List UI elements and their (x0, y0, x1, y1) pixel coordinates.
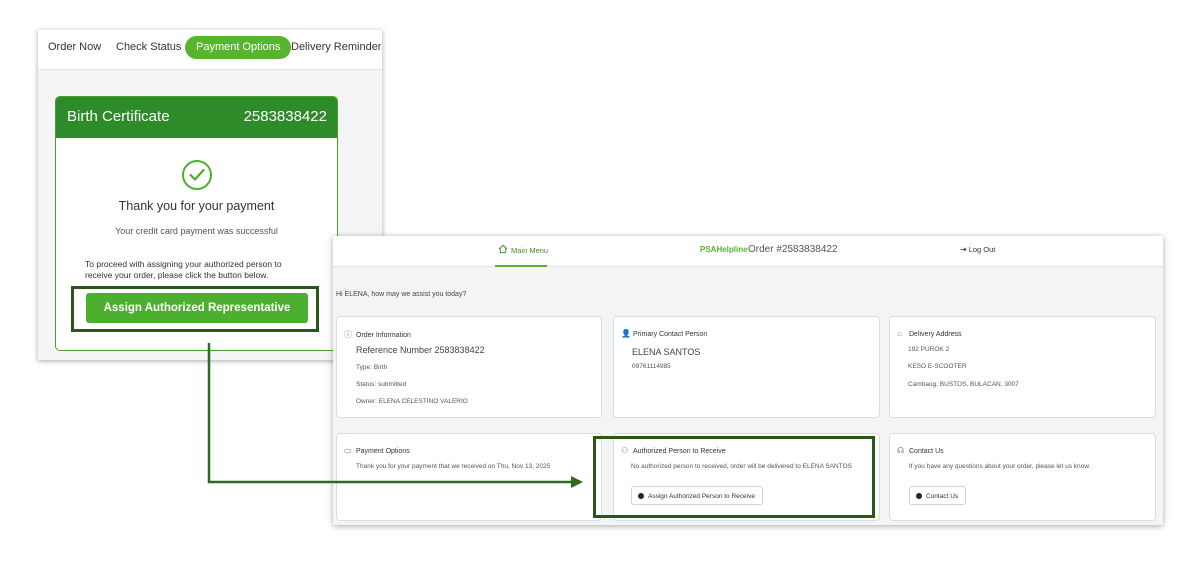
highlight-assign-button (71, 286, 319, 332)
address-line-3: Cambaog, BUSTOS, BULACAN, 3007 (908, 381, 1019, 388)
brand-logo: PSAHelpline (700, 245, 748, 254)
home-icon (498, 244, 508, 254)
order-information-title: ⓘ Order Information (344, 330, 411, 339)
info-icon: ⓘ (344, 330, 352, 339)
payment-options-title: ▭ Payment Options (344, 446, 410, 455)
primary-contact-title: 👤 Primary Contact Person (621, 329, 708, 338)
logout-button[interactable]: ⇥ Log Out (960, 245, 995, 254)
logout-icon: ⇥ (960, 245, 967, 254)
dot-icon (916, 493, 922, 499)
order-type: Type: Birth (356, 364, 388, 371)
order-status: Status: submitted (356, 381, 407, 388)
tab-payment-options[interactable]: Payment Options (185, 36, 292, 59)
order-information-card: ⓘ Order Information Reference Number 2583… (336, 316, 602, 418)
home-icon: ⌂ (897, 329, 902, 338)
tab-delivery-reminders[interactable]: Delivery Reminders (291, 36, 382, 59)
certificate-header: Birth Certificate 2583838422 (56, 97, 337, 138)
contact-phone: 09761114985 (632, 363, 671, 370)
tab-order-now[interactable]: Order Now (48, 36, 101, 59)
contact-name: ELENA SANTOS (632, 347, 701, 357)
check-circle-icon (182, 160, 212, 190)
tab-check-status[interactable]: Check Status (116, 36, 181, 59)
highlight-authorized-person (593, 436, 875, 518)
person-icon: 👤 (621, 329, 631, 338)
proceed-instructions: To proceed with assigning your authorize… (85, 259, 282, 280)
contact-us-text: If you have any questions about your ord… (909, 463, 1091, 470)
contact-us-button[interactable]: Contact Us (909, 486, 967, 505)
credit-card-icon: ▭ (344, 446, 352, 455)
address-line-1: 192 PUROK 2 (908, 346, 950, 353)
address-line-2: KESO E-SCOOTER (908, 363, 967, 370)
logout-label: Log Out (968, 245, 996, 254)
tab-bar: Order Now Check Status Payment Options D… (38, 30, 382, 70)
delivery-address-card: ⌂ Delivery Address 192 PUROK 2 KESO E-SCO… (889, 316, 1156, 418)
payment-success-message: Your credit card payment was successful (115, 226, 278, 236)
contact-us-title: ☊ Contact Us (897, 446, 944, 455)
order-number-header: Order #2583838422 (748, 244, 838, 255)
nav-main-menu[interactable]: Main Menu (495, 236, 549, 267)
greeting-text: Hi ELENA, how may we assist you today? (336, 291, 467, 298)
top-nav-bar: Main Menu PSAHelpline Order #2583838422 … (333, 236, 1163, 267)
primary-contact-card: 👤 Primary Contact Person ELENA SANTOS 097… (613, 316, 880, 418)
headset-icon: ☊ (897, 446, 905, 455)
certificate-number: 2583838422 (243, 108, 327, 125)
thank-you-message: Thank you for your payment (118, 199, 275, 213)
contact-us-card: ☊ Contact Us If you have any questions ab… (889, 433, 1156, 521)
reference-number: Reference Number 2583838422 (356, 345, 485, 355)
payment-received-text: Thank you for your payment that we recei… (356, 463, 551, 470)
certificate-title: Birth Certificate (67, 108, 170, 125)
order-owner: Owner: ELENA CELESTINO VALERIO (356, 398, 468, 405)
main-menu-label: Main Menu (511, 246, 549, 255)
payment-options-card: ▭ Payment Options Thank you for your paym… (336, 433, 602, 521)
delivery-address-title: ⌂ Delivery Address (897, 329, 962, 338)
